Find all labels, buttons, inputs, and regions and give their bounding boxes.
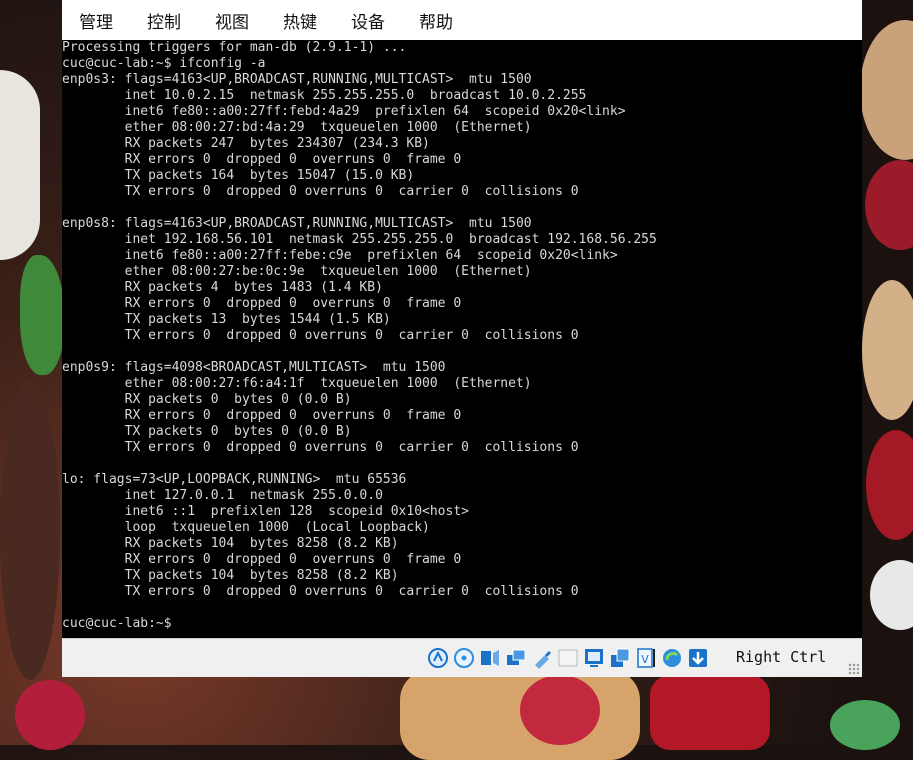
status-icons: V	[426, 644, 712, 672]
terminal-line: TX packets 13 bytes 1544 (1.5 KB)	[62, 312, 391, 327]
terminal-line: cuc@cuc-lab:~$ ifconfig -a	[62, 56, 266, 71]
terminal-screen[interactable]: Processing triggers for man-db (2.9.1-1)…	[62, 40, 862, 638]
mouse-integration-icon[interactable]	[686, 646, 710, 670]
terminal-line: RX packets 0 bytes 0 (0.0 B)	[62, 392, 352, 407]
menubar: 管理 控制 视图 热键 设备 帮助	[62, 0, 862, 40]
virtualization-icon[interactable]: V	[634, 646, 658, 670]
menu-devices[interactable]: 设备	[334, 8, 385, 33]
hard-disk-icon[interactable]	[426, 646, 450, 670]
menu-view[interactable]: 视图	[198, 8, 249, 33]
terminal-line: inet 10.0.2.15 netmask 255.255.255.0 bro…	[62, 88, 587, 103]
menu-hotkey[interactable]: 热键	[266, 8, 317, 33]
display-icon[interactable]	[582, 646, 606, 670]
terminal-line: inet6 fe80::a00:27ff:febd:4a29 prefixlen…	[62, 104, 626, 119]
terminal-line: loop txqueuelen 1000 (Local Loopback)	[62, 520, 430, 535]
shared-folder-icon[interactable]	[556, 646, 580, 670]
terminal-line: TX errors 0 dropped 0 overruns 0 carrier…	[62, 184, 579, 199]
resize-grip-icon[interactable]	[848, 663, 860, 675]
usb-icon[interactable]	[530, 646, 554, 670]
terminal-line: Processing triggers for man-db (2.9.1-1)…	[62, 40, 407, 55]
terminal-line: inet 192.168.56.101 netmask 255.255.255.…	[62, 232, 657, 247]
terminal-line: RX packets 104 bytes 8258 (8.2 KB)	[62, 536, 399, 551]
terminal-line: ether 08:00:27:f6:a4:1f txqueuelen 1000 …	[62, 376, 532, 391]
terminal-line: TX packets 0 bytes 0 (0.0 B)	[62, 424, 352, 439]
terminal-line: RX packets 4 bytes 1483 (1.4 KB)	[62, 280, 383, 295]
terminal-line: TX errors 0 dropped 0 overruns 0 carrier…	[62, 584, 579, 599]
terminal-line: TX packets 104 bytes 8258 (8.2 KB)	[62, 568, 399, 583]
terminal-line: lo: flags=73<UP,LOOPBACK,RUNNING> mtu 65…	[62, 472, 407, 487]
terminal-line: cuc@cuc-lab:~$	[62, 616, 172, 631]
terminal-line: inet6 ::1 prefixlen 128 scopeid 0x10<hos…	[62, 504, 469, 519]
terminal-line: enp0s9: flags=4098<BROADCAST,MULTICAST> …	[62, 360, 446, 375]
optical-drive-icon[interactable]	[452, 646, 476, 670]
menu-help[interactable]: 帮助	[402, 8, 453, 33]
terminal-line: RX errors 0 dropped 0 overruns 0 frame 0	[62, 408, 462, 423]
status-bar: V Right Ctrl	[62, 638, 862, 677]
terminal-line: inet6 fe80::a00:27ff:febe:c9e prefixlen …	[62, 248, 618, 263]
terminal-line: TX errors 0 dropped 0 overruns 0 carrier…	[62, 328, 579, 343]
menu-machine[interactable]: 管理	[62, 8, 113, 33]
terminal-output: Processing triggers for man-db (2.9.1-1)…	[62, 40, 862, 632]
terminal-line: RX errors 0 dropped 0 overruns 0 frame 0	[62, 296, 462, 311]
menu-control[interactable]: 控制	[130, 8, 181, 33]
terminal-line: RX packets 247 bytes 234307 (234.3 KB)	[62, 136, 430, 151]
virtualbox-vm-window: 管理 控制 视图 热键 设备 帮助 Processing triggers fo…	[62, 0, 862, 677]
network-icon[interactable]	[504, 646, 528, 670]
terminal-line: enp0s3: flags=4163<UP,BROADCAST,RUNNING,…	[62, 72, 532, 87]
host-key-label: Right Ctrl	[736, 648, 827, 666]
terminal-line: RX errors 0 dropped 0 overruns 0 frame 0	[62, 552, 462, 567]
terminal-line: enp0s8: flags=4163<UP,BROADCAST,RUNNING,…	[62, 216, 532, 231]
terminal-line: RX errors 0 dropped 0 overruns 0 frame 0	[62, 152, 462, 167]
terminal-line: ether 08:00:27:be:0c:9e txqueuelen 1000 …	[62, 264, 532, 279]
recording-icon[interactable]	[660, 646, 684, 670]
terminal-line: inet 127.0.0.1 netmask 255.0.0.0	[62, 488, 383, 503]
svg-text:V: V	[641, 653, 649, 666]
video-capture-icon[interactable]	[608, 646, 632, 670]
audio-icon[interactable]	[478, 646, 502, 670]
terminal-line: ether 08:00:27:bd:4a:29 txqueuelen 1000 …	[62, 120, 532, 135]
terminal-line: TX errors 0 dropped 0 overruns 0 carrier…	[62, 440, 579, 455]
terminal-line: TX packets 164 bytes 15047 (15.0 KB)	[62, 168, 415, 183]
